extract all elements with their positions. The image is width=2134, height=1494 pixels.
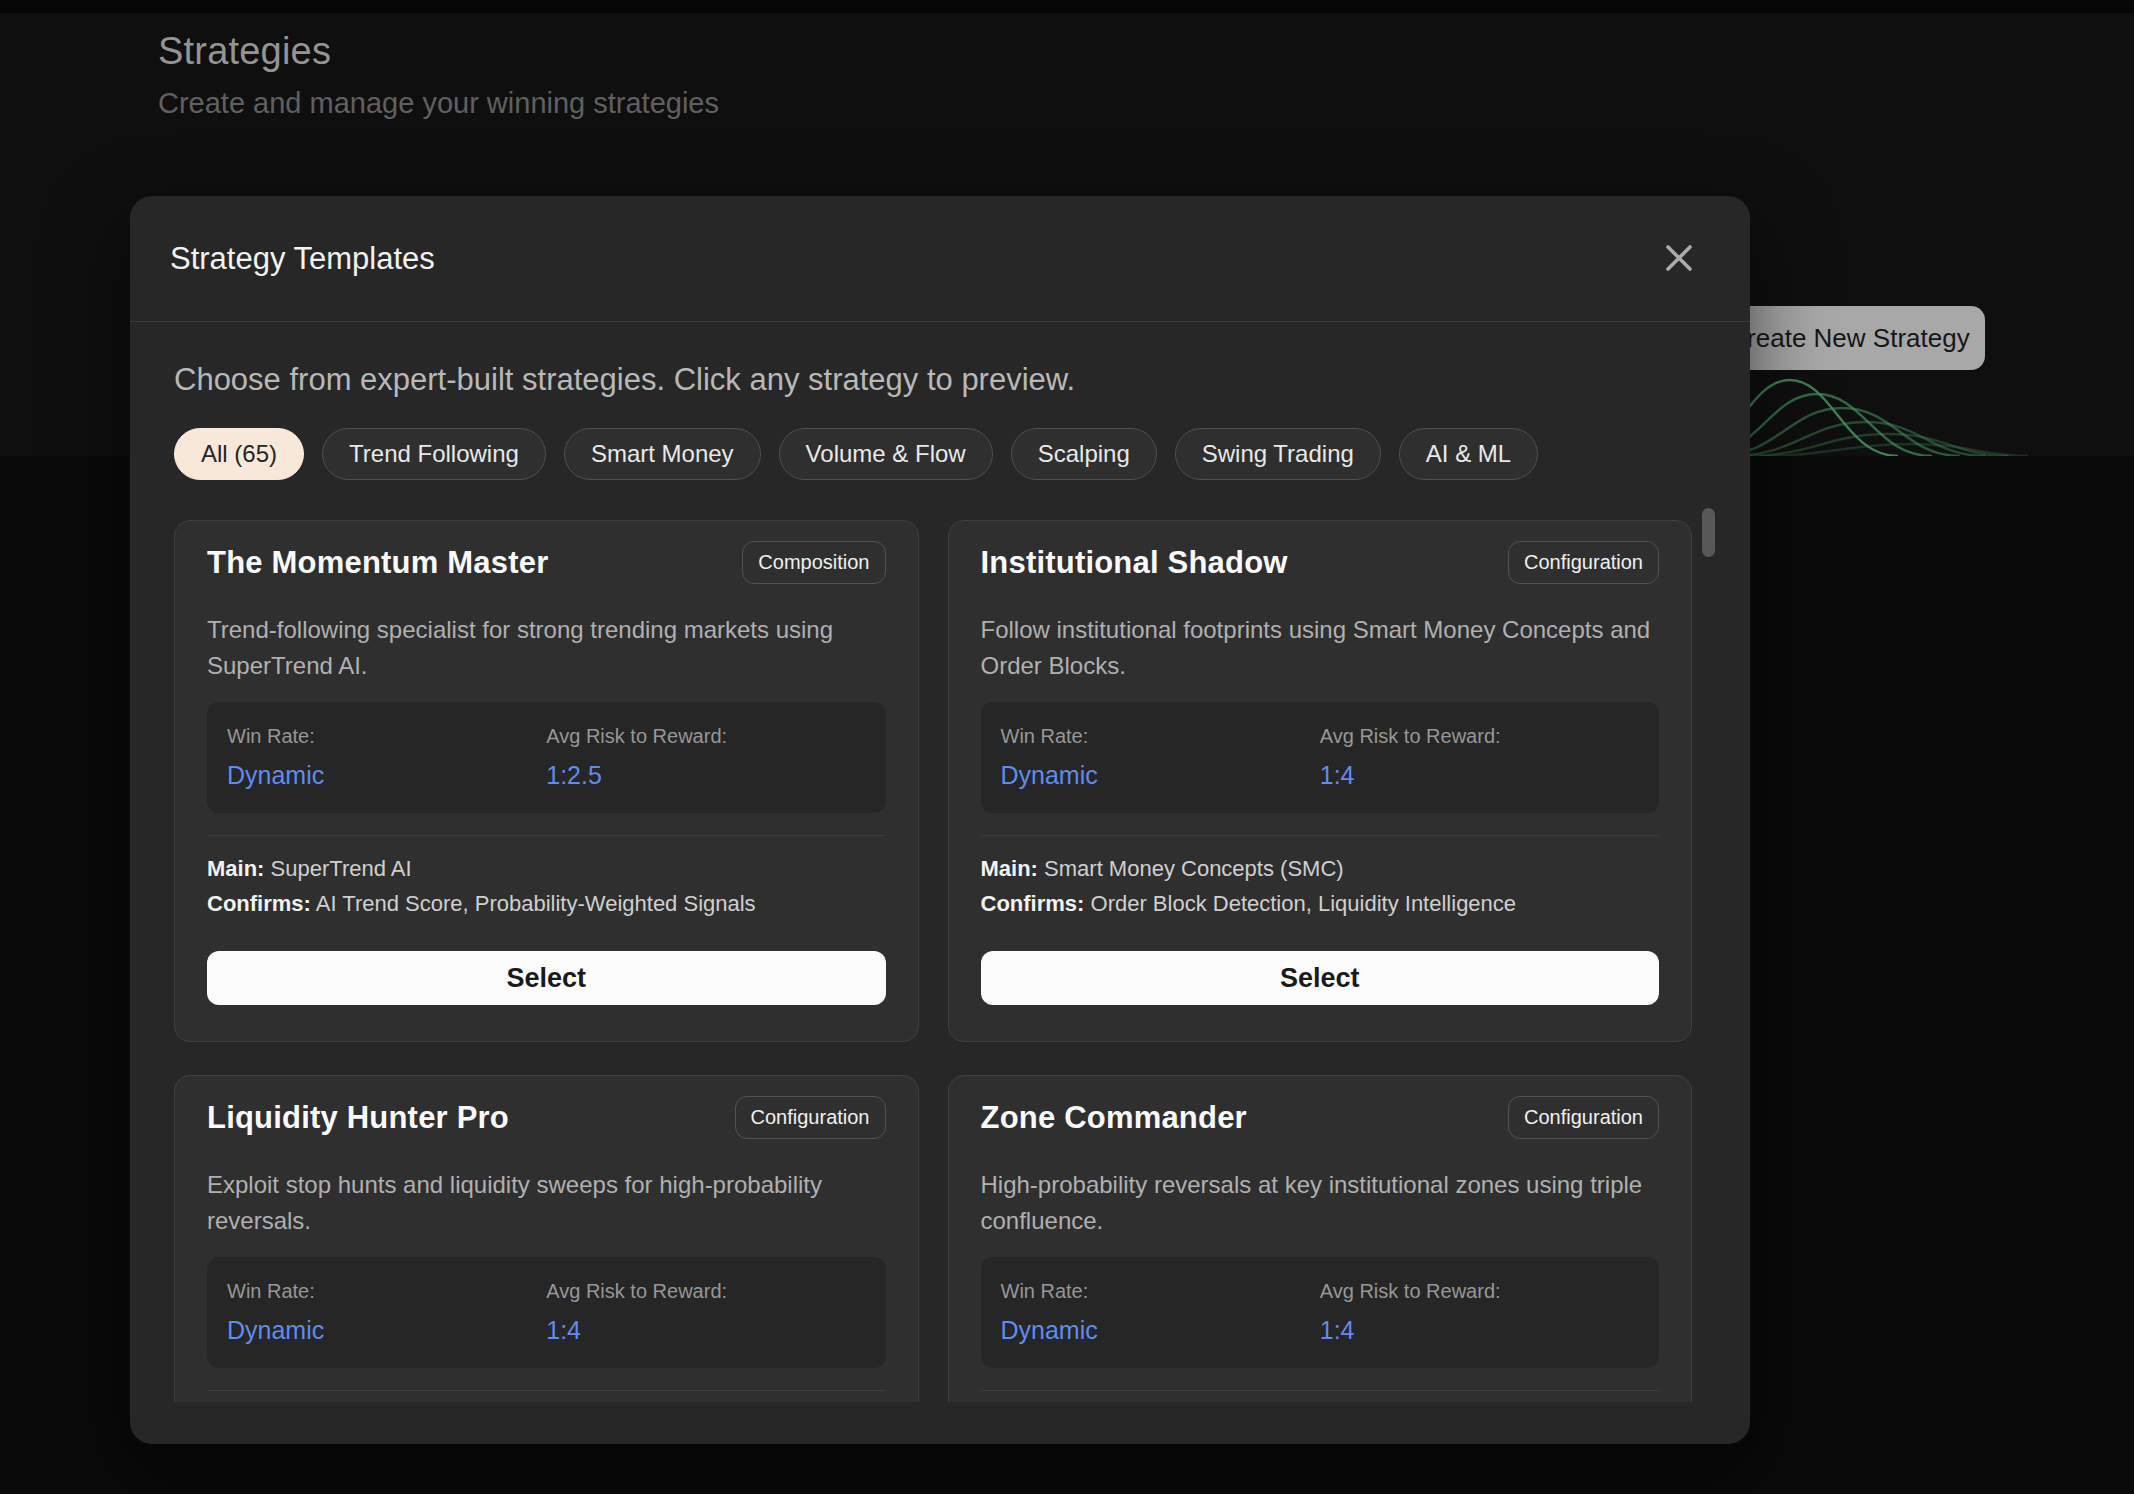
strategy-card[interactable]: Liquidity Hunter Pro Configuration Explo… (174, 1075, 919, 1402)
win-rate-value: Dynamic (227, 761, 546, 790)
page-header: Strategies Create and manage your winnin… (158, 30, 719, 120)
risk-reward-label: Avg Risk to Reward: (546, 1280, 865, 1303)
modal-header: Strategy Templates (130, 196, 1750, 322)
strategy-templates-modal: Strategy Templates Choose from expert-bu… (130, 196, 1750, 1444)
card-confirm-indicators: Confirms: AI Trend Score, Probability-We… (207, 891, 886, 917)
risk-reward-label: Avg Risk to Reward: (1320, 1280, 1639, 1303)
filter-pill-trend-following[interactable]: Trend Following (322, 428, 546, 480)
card-stats: Win Rate: Dynamic Avg Risk to Reward: 1:… (981, 1257, 1660, 1368)
win-rate-label: Win Rate: (227, 725, 546, 748)
card-divider (207, 1390, 886, 1391)
risk-reward-value: 1:4 (1320, 761, 1639, 790)
risk-reward-label: Avg Risk to Reward: (546, 725, 865, 748)
card-confirm-indicators: Confirms: Order Block Detection, Liquidi… (981, 891, 1660, 917)
card-stats: Win Rate: Dynamic Avg Risk to Reward: 1:… (981, 702, 1660, 813)
card-main-indicator: Main: SuperTrend AI (207, 856, 886, 882)
select-button[interactable]: Select (981, 951, 1660, 1005)
modal-description: Choose from expert-built strategies. Cli… (174, 362, 1706, 398)
page-subtitle: Create and manage your winning strategie… (158, 87, 719, 120)
card-description: Exploit stop hunts and liquidity sweeps … (207, 1167, 886, 1239)
card-main-indicator: Main: Smart Money Concepts (SMC) (981, 856, 1660, 882)
win-rate-label: Win Rate: (1001, 725, 1320, 748)
strategy-card[interactable]: Zone Commander Configuration High-probab… (948, 1075, 1693, 1402)
page-title: Strategies (158, 30, 719, 73)
risk-reward-value: 1:2.5 (546, 761, 865, 790)
card-divider (981, 835, 1660, 836)
scrollbar-thumb[interactable] (1702, 508, 1715, 557)
win-rate-label: Win Rate: (1001, 1280, 1320, 1303)
card-type-badge: Composition (742, 541, 885, 584)
modal-title: Strategy Templates (170, 241, 435, 277)
filter-pill-swing-trading[interactable]: Swing Trading (1175, 428, 1381, 480)
create-new-strategy-button[interactable]: Create New Strategy (1713, 306, 1985, 370)
card-divider (981, 1390, 1660, 1391)
select-button[interactable]: Select (207, 951, 886, 1005)
filter-pill-ai-ml[interactable]: AI & ML (1399, 428, 1538, 480)
win-rate-value: Dynamic (227, 1316, 546, 1345)
strategy-card[interactable]: The Momentum Master Composition Trend-fo… (174, 520, 919, 1042)
close-icon[interactable] (1664, 238, 1694, 280)
filter-pills: All (65) Trend Following Smart Money Vol… (174, 428, 1706, 480)
card-title: Zone Commander (981, 1096, 1247, 1136)
cards-scroll-area[interactable]: The Momentum Master Composition Trend-fo… (174, 520, 1692, 1402)
card-description: Follow institutional footprints using Sm… (981, 612, 1660, 684)
top-strip (0, 0, 2134, 13)
card-title: Liquidity Hunter Pro (207, 1096, 509, 1136)
card-divider (207, 835, 886, 836)
card-description: Trend-following specialist for strong tr… (207, 612, 886, 684)
card-type-badge: Configuration (735, 1096, 886, 1139)
strategy-card[interactable]: Institutional Shadow Configuration Follo… (948, 520, 1693, 1042)
filter-pill-smart-money[interactable]: Smart Money (564, 428, 761, 480)
win-rate-value: Dynamic (1001, 1316, 1320, 1345)
card-title: Institutional Shadow (981, 541, 1288, 581)
card-stats: Win Rate: Dynamic Avg Risk to Reward: 1:… (207, 1257, 886, 1368)
risk-reward-label: Avg Risk to Reward: (1320, 725, 1639, 748)
risk-reward-value: 1:4 (1320, 1316, 1639, 1345)
filter-pill-scalping[interactable]: Scalping (1011, 428, 1157, 480)
win-rate-value: Dynamic (1001, 761, 1320, 790)
card-description: High-probability reversals at key instit… (981, 1167, 1660, 1239)
filter-pill-all[interactable]: All (65) (174, 428, 304, 480)
card-type-badge: Configuration (1508, 1096, 1659, 1139)
card-type-badge: Configuration (1508, 541, 1659, 584)
card-title: The Momentum Master (207, 541, 548, 581)
filter-pill-volume-flow[interactable]: Volume & Flow (779, 428, 993, 480)
win-rate-label: Win Rate: (227, 1280, 546, 1303)
card-stats: Win Rate: Dynamic Avg Risk to Reward: 1:… (207, 702, 886, 813)
risk-reward-value: 1:4 (546, 1316, 865, 1345)
